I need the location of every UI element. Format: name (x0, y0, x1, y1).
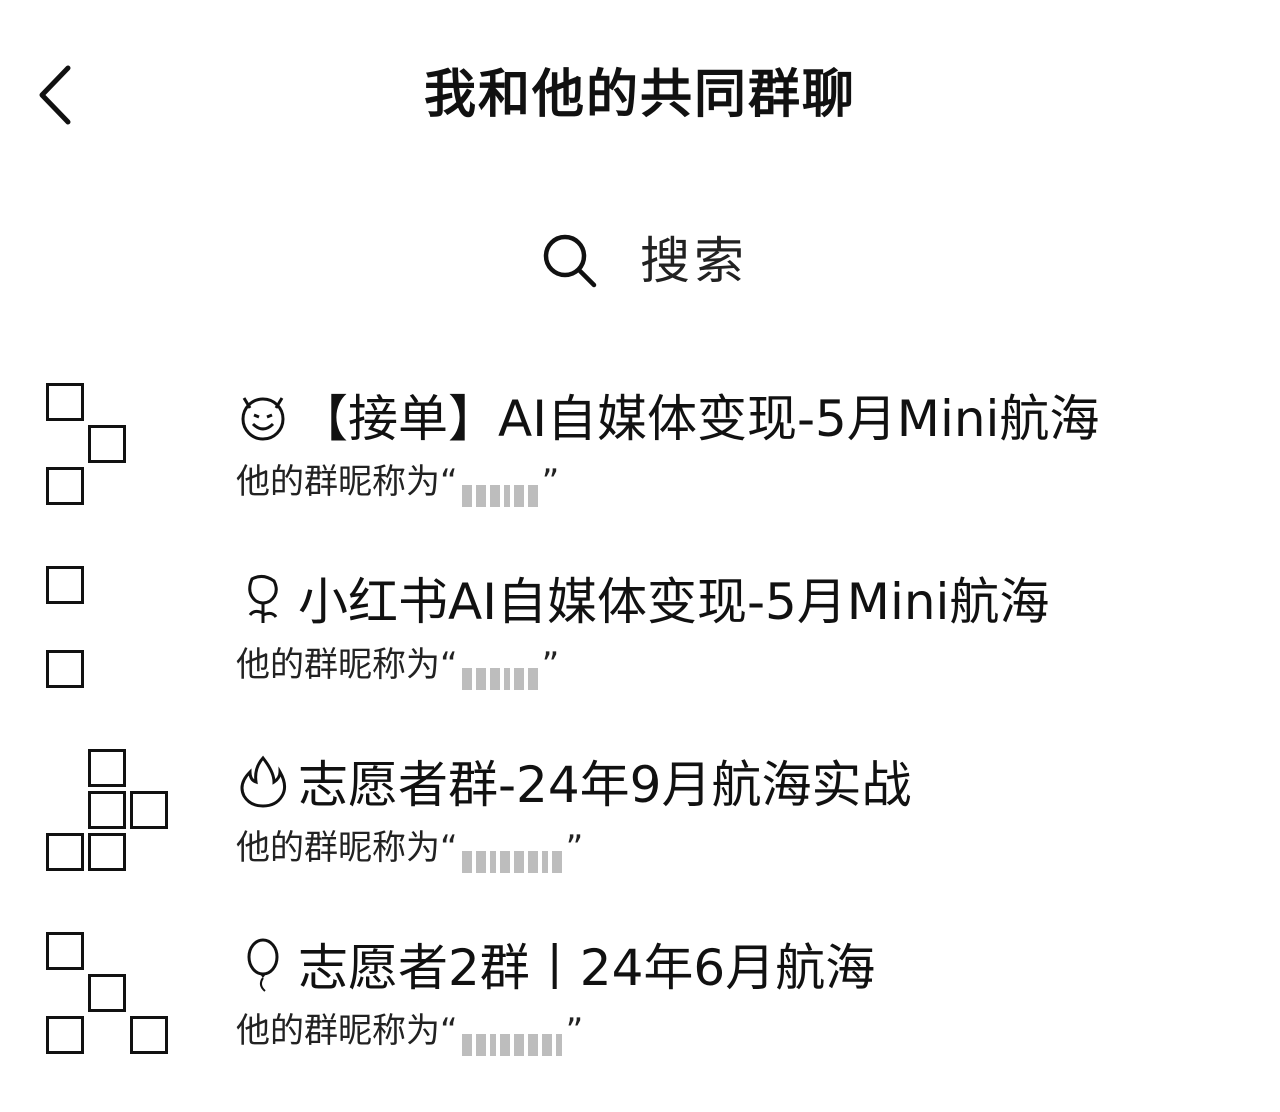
redacted-nickname (460, 654, 540, 690)
redacted-nickname (460, 1020, 564, 1056)
group-nickname: 他的群昵称为“ ” (236, 824, 584, 873)
rose-icon (248, 574, 278, 623)
search-bar[interactable]: 搜索 (540, 225, 780, 297)
balloon-icon (247, 938, 279, 992)
nickname-suffix: ” (565, 1011, 584, 1051)
nickname-prefix: 他的群昵称为“ (236, 828, 458, 868)
group-name-text: 小红书AI自媒体变现-5月Mini航海 (298, 573, 1050, 631)
nickname-suffix: ” (541, 462, 560, 502)
group-avatar (46, 383, 168, 505)
group-avatar (46, 932, 168, 1054)
nickname-prefix: 他的群昵称为“ (236, 462, 458, 502)
group-nickname: 他的群昵称为“ ” (236, 458, 560, 507)
top-bar: 我和他的共同群聊 (0, 0, 1280, 190)
group-list-item[interactable]: 志愿者2群丨24年6月航海 他的群昵称为“ ” (0, 929, 1280, 1112)
search-placeholder: 搜索 (640, 232, 748, 290)
group-list-item[interactable]: 小红书AI自媒体变现-5月Mini航海 他的群昵称为“ ” (0, 563, 1280, 746)
smiling-devil-icon (241, 397, 285, 441)
page-title: 我和他的共同群聊 (423, 65, 856, 125)
group-list-item[interactable]: 【接单】AI自媒体变现-5月Mini航海 他的群昵称为“ ” (0, 380, 1280, 563)
nickname-prefix: 他的群昵称为“ (236, 645, 458, 685)
group-name: 志愿者群-24年9月航海实战 (234, 750, 911, 820)
group-nickname: 他的群昵称为“ ” (236, 1007, 584, 1056)
nickname-suffix: ” (541, 645, 560, 685)
group-list-item[interactable]: 志愿者群-24年9月航海实战 他的群昵称为“ ” (0, 746, 1280, 929)
group-name-text: 志愿者群-24年9月航海实战 (298, 756, 912, 814)
group-nickname: 他的群昵称为“ ” (236, 641, 560, 690)
search-icon (543, 234, 597, 288)
fire-icon (240, 755, 287, 808)
group-avatar (46, 749, 168, 871)
group-name: 【接单】AI自媒体变现-5月Mini航海 (234, 384, 1099, 454)
group-name: 志愿者2群丨24年6月航海 (234, 933, 875, 1003)
group-name-text: 【接单】AI自媒体变现-5月Mini航海 (298, 390, 1100, 448)
group-name: 小红书AI自媒体变现-5月Mini航海 (234, 567, 1049, 637)
nickname-prefix: 他的群昵称为“ (236, 1011, 458, 1051)
group-name-text: 志愿者2群丨24年6月航海 (298, 939, 876, 997)
redacted-nickname (460, 471, 540, 507)
redacted-nickname (460, 837, 564, 873)
common-group-list: 【接单】AI自媒体变现-5月Mini航海 他的群昵称为“ ” 小红书AI自媒体变现… (0, 380, 1280, 1112)
group-avatar (46, 566, 168, 688)
nickname-suffix: ” (565, 828, 584, 868)
